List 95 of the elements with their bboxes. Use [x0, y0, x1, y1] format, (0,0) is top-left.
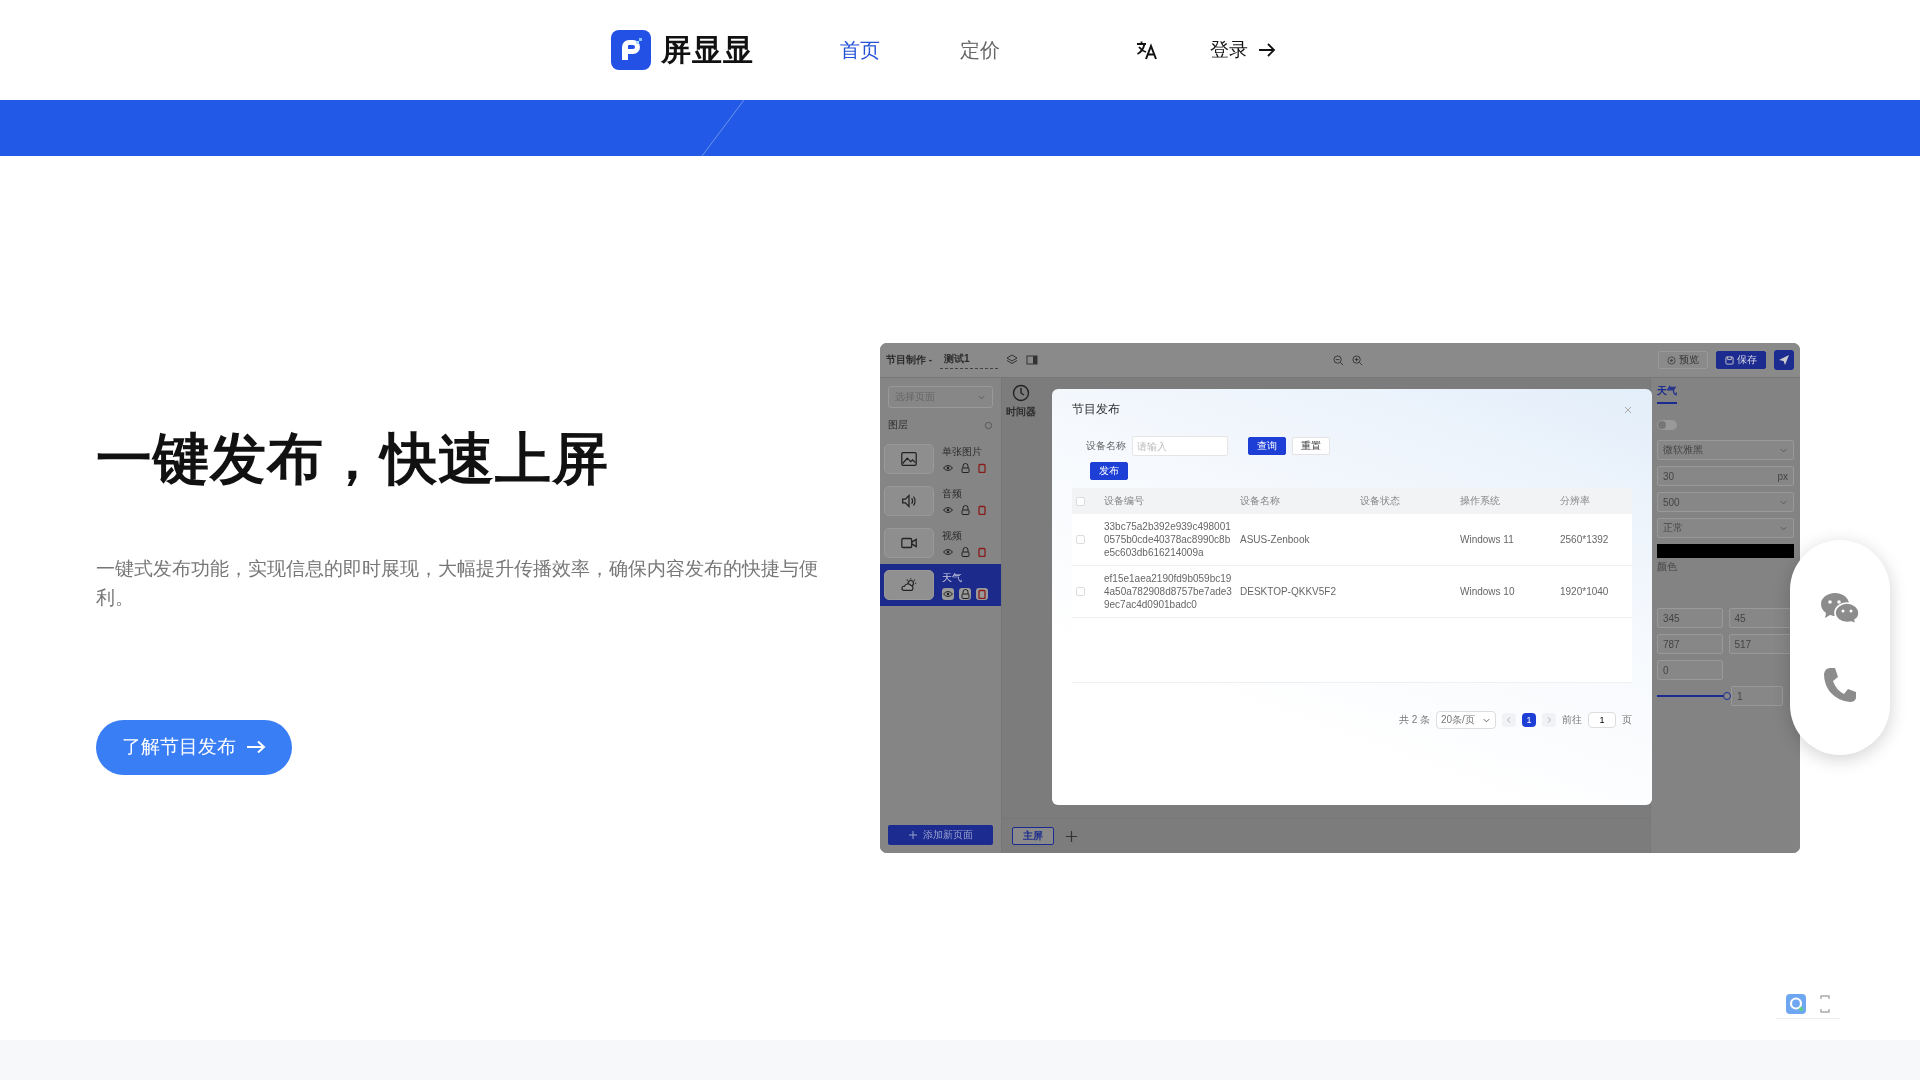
table-cell: ef15e1aea2190fd9b059bc194a50a782908d8757be7ade39ec7ac4d0901badc0 — [1100, 565, 1236, 618]
zoom-in-icon[interactable] — [1351, 354, 1363, 366]
trash-icon[interactable] — [976, 461, 988, 474]
dialog-title: 节目发布 — [1072, 401, 1120, 418]
eye-icon — [1667, 355, 1676, 365]
toggle-switch[interactable] — [1657, 420, 1677, 430]
save-icon — [1725, 355, 1734, 365]
table-cell: Windows 10 — [1456, 565, 1556, 618]
table-cell: 33bc75a2b392e939c4980010575b0cde40378ac8990c8be5c603db616214009a — [1100, 514, 1236, 566]
lock-icon[interactable] — [959, 587, 971, 600]
zoom-out-icon[interactable] — [1332, 354, 1344, 366]
login-link[interactable]: 登录 — [1210, 37, 1276, 63]
layer-name: 音频 — [942, 486, 963, 501]
logo-icon — [611, 30, 651, 70]
phone-icon[interactable] — [1822, 666, 1858, 705]
chevron-right-icon — [1546, 717, 1552, 723]
scan-icon[interactable] — [1820, 995, 1830, 1013]
lock-icon[interactable] — [959, 503, 971, 516]
number-field[interactable]: 1 — [1731, 686, 1783, 706]
panel-tab[interactable]: 天气 — [1657, 378, 1677, 404]
add-page-button[interactable]: 添加新页面 — [888, 825, 993, 845]
close-icon[interactable] — [1624, 405, 1632, 414]
arrow-right-icon — [1258, 42, 1276, 58]
page-button[interactable]: 1 — [1522, 713, 1536, 727]
translate-icon[interactable] — [1136, 40, 1158, 60]
hero-description: 一键式发布功能，实现信息的即时展现，大幅提升传播效率，确保内容发布的快捷与便利。 — [96, 556, 819, 610]
save-button[interactable]: 保存 — [1716, 351, 1766, 369]
cloud-sun-icon — [900, 576, 918, 594]
screen-tab[interactable]: 主屏 — [1012, 827, 1054, 845]
page-number-input[interactable]: 1 — [1588, 712, 1616, 728]
project-name[interactable]: 测试1 — [940, 351, 998, 369]
total-count: 共 2 条 — [1398, 713, 1430, 727]
color-swatch[interactable] — [1657, 544, 1794, 558]
lock-icon[interactable] — [959, 461, 971, 474]
column-header: 设备名称 — [1236, 488, 1356, 514]
query-button[interactable]: 查询 — [1248, 437, 1286, 455]
trash-icon[interactable] — [976, 503, 988, 516]
layer-name: 天气 — [942, 570, 963, 585]
layer-name: 单张图片 — [942, 444, 983, 459]
checkbox[interactable] — [1076, 535, 1085, 544]
font-size-field[interactable]: 30 px — [1657, 466, 1794, 486]
nav-link[interactable]: 定价 — [960, 32, 1000, 68]
column-header: 设备编号 — [1100, 488, 1236, 514]
layer-item[interactable]: 单张图片 — [880, 438, 1001, 480]
table-cell: Windows 11 — [1456, 514, 1556, 566]
image-icon — [900, 450, 918, 468]
column-header: 操作系统 — [1456, 488, 1556, 514]
layers-icon[interactable] — [1005, 354, 1018, 366]
font-weight-select[interactable]: 500 — [1657, 492, 1794, 512]
trash-icon[interactable] — [976, 587, 988, 600]
table-cell: DESKTOP-QKKV5F2 — [1236, 565, 1356, 618]
table-cell: 2560*1392 — [1556, 514, 1632, 566]
layer-name: 视频 — [942, 528, 963, 543]
clock-icon[interactable] — [1012, 384, 1030, 402]
speaker-icon — [900, 492, 918, 510]
learn-more-button[interactable]: 了解节目发布 — [96, 719, 292, 775]
goto-label: 前往 — [1562, 713, 1582, 727]
column-header: 设备状态 — [1356, 488, 1456, 514]
layer-item[interactable]: 音频 — [880, 480, 1001, 522]
page-unit: 页 — [1622, 713, 1632, 727]
lock-icon[interactable] — [959, 545, 971, 558]
tool-label: 时间器 — [1006, 405, 1036, 419]
layer-item[interactable]: 天气 — [880, 564, 1001, 606]
paper-plane-icon — [1778, 354, 1790, 366]
send-button[interactable] — [1774, 350, 1794, 370]
trash-icon[interactable] — [976, 545, 988, 558]
table-cell: 1920*1040 — [1556, 565, 1632, 618]
number-field[interactable]: 0 — [1657, 660, 1723, 680]
number-field[interactable]: 345 — [1657, 608, 1723, 628]
chat-app-icon[interactable] — [1786, 994, 1806, 1014]
publish-button[interactable]: 发布 — [1090, 462, 1128, 480]
hero-title: 一键发布，快速上屏 — [96, 425, 609, 492]
eye-icon[interactable] — [942, 587, 954, 600]
layers-title: 图层 — [888, 418, 908, 432]
reset-button[interactable]: 重置 — [1292, 437, 1330, 455]
layer-item[interactable]: 视频 — [880, 522, 1001, 564]
field-label: 设备名称 — [1086, 439, 1126, 453]
plus-icon[interactable] — [1066, 830, 1077, 842]
column-header: 分辨率 — [1556, 488, 1632, 514]
device-name-input[interactable]: 请输入 — [1132, 436, 1228, 456]
diagonal-line-drawing — [700, 100, 746, 156]
table-cell: ASUS-Zenbook — [1236, 514, 1356, 566]
checkbox[interactable] — [1076, 587, 1085, 596]
panel-toggle-icon[interactable] — [1025, 354, 1038, 366]
arrow-right-icon — [246, 740, 266, 754]
chat-bubbles-icon[interactable] — [1820, 590, 1860, 625]
preview-button[interactable]: 预览 — [1658, 351, 1708, 369]
checkbox[interactable] — [1076, 496, 1085, 506]
nav-link[interactable]: 首页 — [840, 32, 880, 68]
page-size-select[interactable]: 20条/页 — [1436, 711, 1496, 729]
plus-icon — [908, 831, 917, 839]
logo-text: 屏显显 — [661, 31, 754, 68]
breadcrumb: 节目制作 - — [886, 353, 933, 367]
chevron-left-icon — [1506, 717, 1512, 723]
number-field[interactable]: 787 — [1657, 634, 1723, 654]
